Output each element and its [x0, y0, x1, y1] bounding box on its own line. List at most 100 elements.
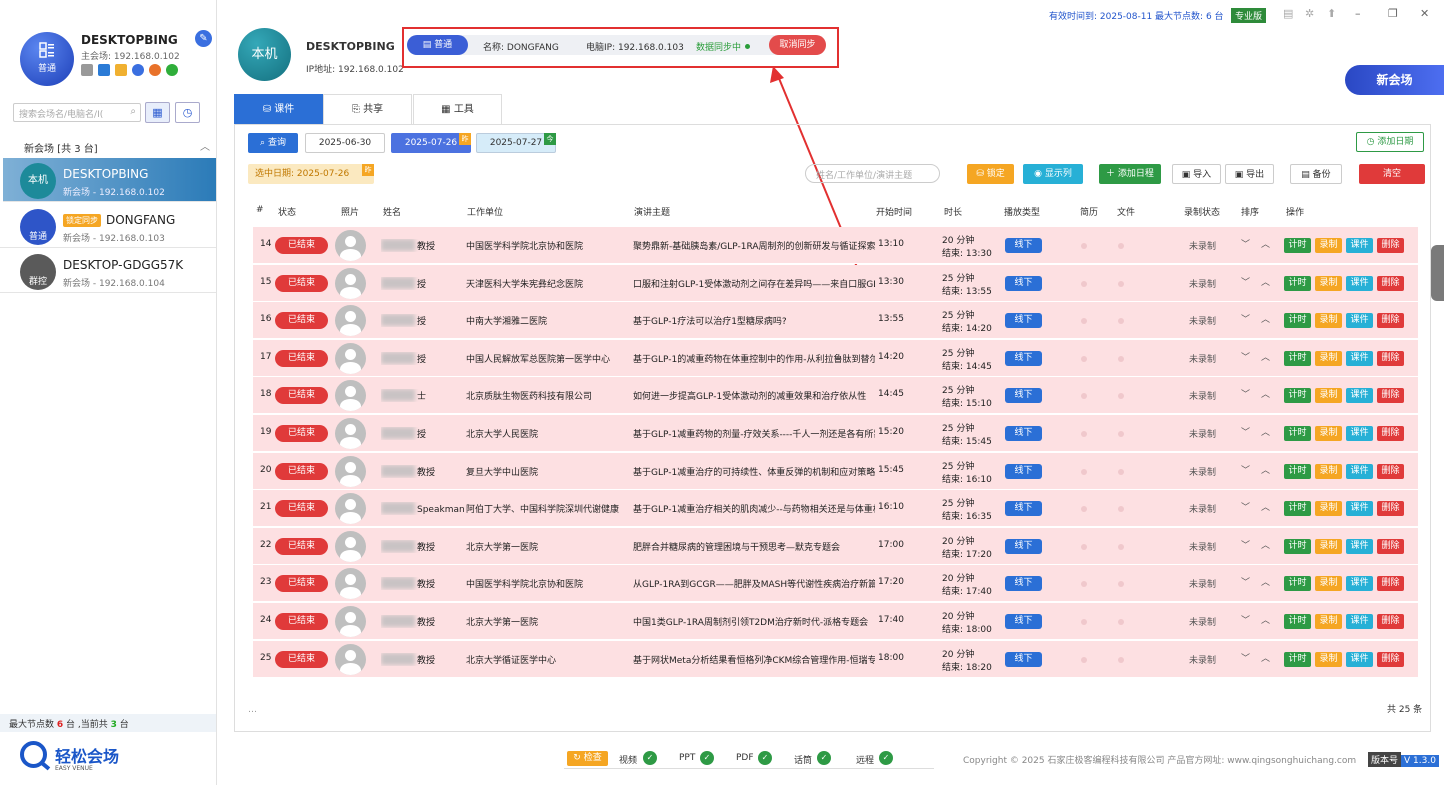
- record-button[interactable]: 录制: [1315, 576, 1342, 592]
- move-up-icon[interactable]: ︿: [1261, 387, 1270, 400]
- table-row[interactable]: 24 已结束 教授 北京大学第一医院 中国1类GLP-1RA周制剂引领T2DM治疗新时代…: [253, 603, 1418, 640]
- record-button[interactable]: 录制: [1315, 388, 1342, 404]
- doc-icon[interactable]: ▤: [1283, 7, 1293, 20]
- courseware-button[interactable]: 课件: [1346, 426, 1373, 441]
- delete-button[interactable]: 删除: [1377, 538, 1404, 554]
- courseware-button[interactable]: 课件: [1346, 576, 1373, 592]
- delete-button[interactable]: 删除: [1377, 388, 1404, 404]
- table-row[interactable]: 19 已结束 授北京大学人民医院 基于GLP-1减重药物的剂量-疗效关系----千人一…: [253, 415, 1418, 452]
- record-button[interactable]: 录制: [1315, 651, 1342, 667]
- show-columns-button[interactable]: ◉ 显示列: [1023, 164, 1083, 184]
- node-item-desktop-gdgg57k[interactable]: 群控 DESKTOP-GDGG57K 新会场 - 192.168.0.104: [0, 249, 216, 293]
- play-type-badge[interactable]: 线下: [1005, 426, 1042, 441]
- move-down-icon[interactable]: ﹀: [1241, 237, 1250, 250]
- node-item-dongfang[interactable]: 普通 锁定同步 DONGFANG 新会场 - 192.168.0.103: [0, 204, 216, 248]
- record-button[interactable]: 录制: [1315, 426, 1342, 441]
- table-row[interactable]: 15 已结束 授天津医科大学朱宪彝纪念医院 口服和注射GLP-1受体激动剂之间存在差异…: [253, 264, 1418, 302]
- maximize-icon[interactable]: ❐: [1388, 7, 1398, 20]
- tab-courseware[interactable]: ⛁ 课件: [234, 94, 323, 124]
- record-button[interactable]: 录制: [1315, 463, 1342, 479]
- move-up-icon[interactable]: ︿: [1261, 500, 1270, 513]
- play-type-badge[interactable]: 线下: [1005, 388, 1042, 404]
- timer-button[interactable]: 计时: [1284, 651, 1311, 667]
- export-button[interactable]: ▣ 导出: [1225, 164, 1274, 184]
- move-down-icon[interactable]: ﹀: [1241, 651, 1250, 664]
- move-down-icon[interactable]: ﹀: [1241, 500, 1250, 513]
- move-up-icon[interactable]: ︿: [1261, 275, 1270, 288]
- timer-button[interactable]: 计时: [1284, 501, 1311, 517]
- courseware-button[interactable]: 课件: [1346, 463, 1373, 479]
- timer-button[interactable]: 计时: [1284, 313, 1311, 329]
- play-type-badge[interactable]: 线下: [1005, 463, 1042, 479]
- side-drawer-handle[interactable]: [1431, 245, 1444, 301]
- delete-button[interactable]: 删除: [1377, 651, 1404, 667]
- pin-icon[interactable]: ⬆: [1327, 7, 1336, 20]
- courseware-button[interactable]: 课件: [1346, 275, 1373, 291]
- tab-tools[interactable]: ▦ 工具: [413, 94, 502, 124]
- cancel-sync-button[interactable]: 取消同步: [769, 35, 826, 55]
- play-type-badge[interactable]: 线下: [1005, 576, 1042, 592]
- delete-button[interactable]: 删除: [1377, 350, 1404, 366]
- play-type-badge[interactable]: 线下: [1005, 651, 1042, 667]
- table-row[interactable]: 17 已结束 授中国人民解放军总医院第一医学中心 基于GLP-1的减重药物在体重控制中…: [253, 339, 1418, 377]
- wechat-icon[interactable]: [166, 64, 178, 76]
- record-button[interactable]: 录制: [1315, 275, 1342, 291]
- play-type-badge[interactable]: 线下: [1005, 538, 1042, 554]
- timer-button[interactable]: 计时: [1284, 576, 1311, 592]
- move-down-icon[interactable]: ﹀: [1241, 538, 1250, 551]
- monitor-icon[interactable]: [98, 64, 110, 76]
- play-type-badge[interactable]: 线下: [1005, 275, 1042, 291]
- check-button[interactable]: ↻ 检查: [567, 751, 608, 766]
- add-date-button[interactable]: ◷ 添加日期: [1356, 132, 1424, 152]
- courseware-button[interactable]: 课件: [1346, 651, 1373, 667]
- lock-button[interactable]: ⛁ 锁定: [967, 164, 1014, 184]
- query-button[interactable]: ⌕ 查询: [248, 133, 298, 153]
- delete-button[interactable]: 删除: [1377, 313, 1404, 329]
- table-row[interactable]: 16 已结束 授中南大学湘雅二医院 基于GLP-1疗法可以治疗1型糖尿病吗? 13:55…: [253, 302, 1418, 340]
- chevron-up-icon[interactable]: ︿: [200, 138, 210, 153]
- move-up-icon[interactable]: ︿: [1261, 425, 1270, 438]
- play-type-badge[interactable]: 线下: [1005, 238, 1042, 253]
- gear-icon[interactable]: ✲: [1305, 7, 1314, 20]
- courseware-button[interactable]: 课件: [1346, 350, 1373, 366]
- courseware-button[interactable]: 课件: [1346, 538, 1373, 554]
- clock-view-button[interactable]: ◷: [175, 102, 200, 123]
- node-search-input[interactable]: 搜索会场名/电脑名/I( ⌕: [13, 103, 141, 122]
- group-header[interactable]: 新会场 [共 3 台]: [24, 140, 98, 155]
- new-venue-button[interactable]: 新会场: [1345, 65, 1444, 95]
- record-button[interactable]: 录制: [1315, 313, 1342, 329]
- import-button[interactable]: ▣ 导入: [1172, 164, 1221, 184]
- courseware-button[interactable]: 课件: [1346, 501, 1373, 517]
- courseware-button[interactable]: 课件: [1346, 313, 1373, 329]
- browser-icon[interactable]: [132, 64, 144, 76]
- folder-icon[interactable]: [115, 64, 127, 76]
- move-down-icon[interactable]: ﹀: [1241, 613, 1250, 626]
- timer-button[interactable]: 计时: [1284, 238, 1311, 253]
- move-up-icon[interactable]: ︿: [1261, 312, 1270, 325]
- table-row[interactable]: 14 已结束 教授 中国医学科学院北京协和医院 聚势鼎新-基础胰岛素/GLP-1RA周制…: [253, 227, 1418, 264]
- move-down-icon[interactable]: ﹀: [1241, 350, 1250, 363]
- date-chip[interactable]: 2025-07-27 今: [476, 133, 556, 153]
- timer-button[interactable]: 计时: [1284, 350, 1311, 366]
- backup-button[interactable]: ▤ 备份: [1290, 164, 1342, 184]
- table-row[interactable]: 20 已结束 教授 复旦大学中山医院 基于GLP-1减重治疗的可持续性、体重反弹的机制和…: [253, 452, 1418, 490]
- delete-button[interactable]: 删除: [1377, 463, 1404, 479]
- timer-button[interactable]: 计时: [1284, 388, 1311, 404]
- move-up-icon[interactable]: ︿: [1261, 463, 1270, 476]
- move-up-icon[interactable]: ︿: [1261, 613, 1270, 626]
- move-up-icon[interactable]: ︿: [1261, 350, 1270, 363]
- play-type-badge[interactable]: 线下: [1005, 350, 1042, 366]
- timer-button[interactable]: 计时: [1284, 614, 1311, 629]
- courseware-button[interactable]: 课件: [1346, 238, 1373, 253]
- close-icon[interactable]: ✕: [1420, 7, 1429, 20]
- record-button[interactable]: 录制: [1315, 538, 1342, 554]
- move-up-icon[interactable]: ︿: [1261, 538, 1270, 551]
- delete-button[interactable]: 删除: [1377, 426, 1404, 441]
- delete-button[interactable]: 删除: [1377, 501, 1404, 517]
- table-row[interactable]: 23 已结束 教授 中国医学科学院北京协和医院 从GLP-1RA到GCGR——肥胖及MA…: [253, 565, 1418, 603]
- table-row[interactable]: 21已结束 Speakman院阿伯丁大学、中国科学院深圳代谢健康 基于GLP-1减重…: [253, 490, 1418, 528]
- play-type-badge[interactable]: 线下: [1005, 501, 1042, 517]
- courseware-button[interactable]: 课件: [1346, 388, 1373, 404]
- clear-button[interactable]: 清空: [1359, 164, 1425, 184]
- move-down-icon[interactable]: ﹀: [1241, 312, 1250, 325]
